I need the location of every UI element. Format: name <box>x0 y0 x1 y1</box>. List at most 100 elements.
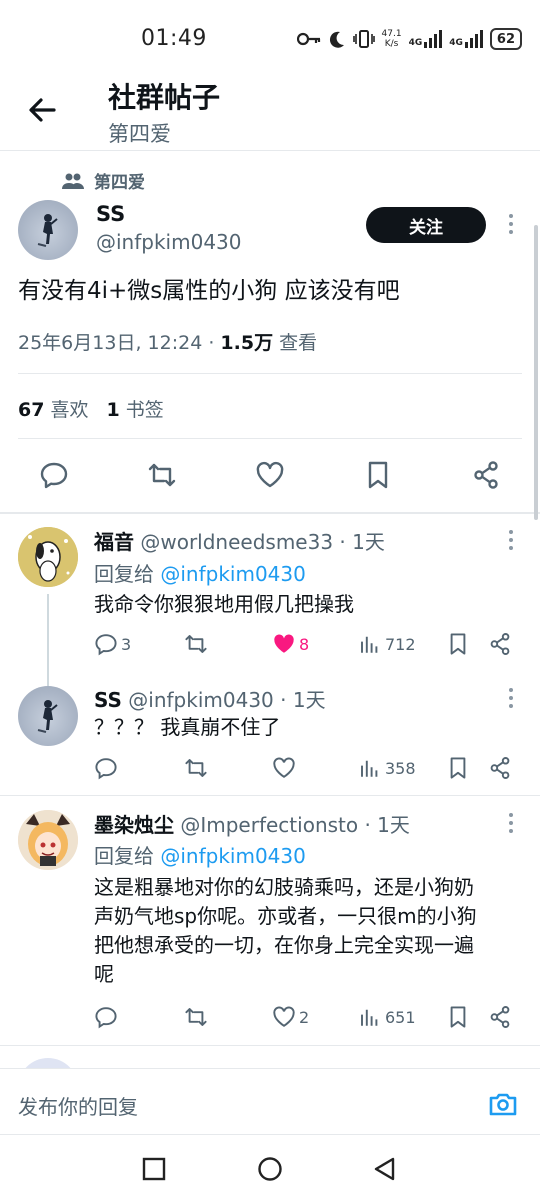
reply-share-action[interactable] <box>488 1005 512 1029</box>
avatar[interactable] <box>18 200 78 260</box>
reply-bookmark-action[interactable] <box>446 632 470 656</box>
page-subtitle: 第四爱 <box>108 122 171 146</box>
avatar[interactable] <box>18 1058 78 1068</box>
more-options-icon[interactable] <box>508 530 514 550</box>
bookmarks-label: 书签 <box>125 399 164 421</box>
view-count: 651 <box>385 1007 416 1027</box>
views-chart-icon <box>361 1009 378 1026</box>
retweet-icon <box>185 759 207 777</box>
retweet-icon <box>185 1008 207 1026</box>
reply-text-line: 呢 <box>94 962 114 986</box>
more-options-icon[interactable] <box>508 688 514 708</box>
comment-icon <box>95 758 117 780</box>
reply-author[interactable]: 墨染烛尘 @Imperfectionsto · 1天 <box>94 809 410 838</box>
more-options-icon[interactable] <box>508 214 514 234</box>
reply-retweet-action[interactable] <box>184 756 208 780</box>
reply-bookmark-action[interactable] <box>446 1005 470 1029</box>
post-views-label: 查看 <box>273 332 318 354</box>
divider <box>0 1134 540 1135</box>
like-heart-icon[interactable] <box>255 460 285 490</box>
next-reply-partial <box>18 1052 522 1068</box>
reply-text: 我命令你狠狠地用假几把操我 <box>94 592 354 616</box>
reply-to-prefix: 回复给 <box>94 562 161 586</box>
more-options-icon[interactable] <box>508 813 514 833</box>
divider <box>18 373 522 374</box>
like-heart-icon <box>273 1006 295 1027</box>
bookmarks-stat[interactable]: 1 书签 <box>106 395 163 422</box>
reply-author[interactable]: 福音 @worldneedsme33 · 1天 <box>94 526 385 555</box>
comment-icon[interactable] <box>39 460 69 490</box>
reply-author-handle: @Imperfectionsto · 1天 <box>180 813 410 837</box>
reply-views-action[interactable]: 651 <box>358 1005 416 1029</box>
reply-to-link[interactable]: @infpkim0430 <box>160 844 306 868</box>
reply-action-bar: 358 <box>94 756 524 784</box>
reply-bookmark-action[interactable] <box>446 756 470 780</box>
net-speed: 47.1 K/s <box>382 29 402 49</box>
net-speed-value: 47.1 <box>381 29 402 39</box>
author-handle[interactable]: @infpkim0430 <box>96 230 242 254</box>
reply-views-action[interactable]: 358 <box>358 756 416 780</box>
reply-author[interactable]: SS @infpkim0430 · 1天 <box>94 684 326 713</box>
reply-share-action[interactable] <box>488 756 512 780</box>
reply-retweet-action[interactable] <box>184 1005 208 1029</box>
author-name[interactable]: SS <box>96 202 125 226</box>
reply-text: ？？？ 我真崩不住了 <box>94 715 281 739</box>
reply-like-action[interactable]: 2 <box>272 1005 309 1029</box>
recent-apps-icon[interactable] <box>141 1156 167 1182</box>
post-text: 有没有4i+微s属性的小狗 应该没有吧 <box>18 278 400 304</box>
reply-to-line: 回复给 @infpkim0430 <box>94 840 306 869</box>
reply-like-action[interactable]: 8 <box>272 632 309 656</box>
bookmark-icon[interactable] <box>363 460 393 490</box>
reply-author-name: SS <box>94 688 122 712</box>
community-people-icon <box>62 173 84 189</box>
bookmarks-count: 1 <box>106 399 120 421</box>
avatar-cartoon-dog-icon <box>18 527 78 587</box>
community-name: 第四爱 <box>94 173 145 193</box>
reply-input[interactable]: 发布你的回复 <box>18 1091 138 1120</box>
reply-retweet-action[interactable] <box>184 632 208 656</box>
reply-comment-action[interactable]: 3 <box>94 632 131 656</box>
reply-author-handle: @worldneedsme33 · 1天 <box>140 530 385 554</box>
share-icon <box>490 633 510 655</box>
reply-views-action[interactable]: 712 <box>358 632 416 656</box>
scrollbar[interactable] <box>534 225 538 520</box>
reply-author-name: 墨染烛尘 <box>94 813 174 837</box>
signal-1: 4G <box>409 30 443 48</box>
retweet-icon <box>185 635 207 653</box>
reply-comment-action[interactable] <box>94 756 118 780</box>
reply-share-action[interactable] <box>488 632 512 656</box>
views-chart-icon <box>361 636 378 653</box>
signal-1-label: 4G <box>408 38 423 48</box>
home-icon[interactable] <box>257 1156 283 1182</box>
retweet-icon[interactable] <box>147 460 177 490</box>
battery-indicator: 62 <box>489 28 522 50</box>
back-arrow-icon[interactable] <box>24 92 60 128</box>
reply-comment-action[interactable] <box>94 1005 118 1029</box>
reply-to-prefix: 回复给 <box>94 844 161 868</box>
signal-bars-icon <box>424 30 443 48</box>
reply-author-handle: @infpkim0430 · 1天 <box>128 688 326 712</box>
views-chart-icon <box>361 760 378 777</box>
reply-action-bar: 3 8 712 <box>94 632 524 660</box>
thread-connector <box>47 594 49 686</box>
camera-icon[interactable] <box>488 1089 518 1119</box>
avatar[interactable] <box>18 686 78 746</box>
reply-compose-bar: 发布你的回复 <box>0 1068 540 1136</box>
avatar[interactable] <box>18 527 78 587</box>
back-triangle-icon[interactable] <box>372 1156 398 1182</box>
reply-like-action[interactable] <box>272 756 296 780</box>
header-divider <box>0 150 540 151</box>
likes-stat[interactable]: 67 喜欢 <box>18 395 88 422</box>
likes-label: 喜欢 <box>50 399 89 421</box>
follow-button[interactable]: 关注 <box>366 207 486 243</box>
share-icon[interactable] <box>471 460 501 490</box>
page-title: 社群帖子 <box>108 81 221 114</box>
post-datetime: 25年6月13日, 12:24 · <box>18 332 221 354</box>
status-icons: 47.1 K/s 4G 4G 62 <box>296 28 522 50</box>
community-label[interactable]: 第四爱 <box>62 168 145 193</box>
avatar[interactable] <box>18 810 78 870</box>
reply-to-link[interactable]: @infpkim0430 <box>160 562 306 586</box>
net-speed-unit: K/s <box>384 39 399 49</box>
like-count: 2 <box>299 1007 310 1027</box>
view-count: 712 <box>385 634 416 654</box>
